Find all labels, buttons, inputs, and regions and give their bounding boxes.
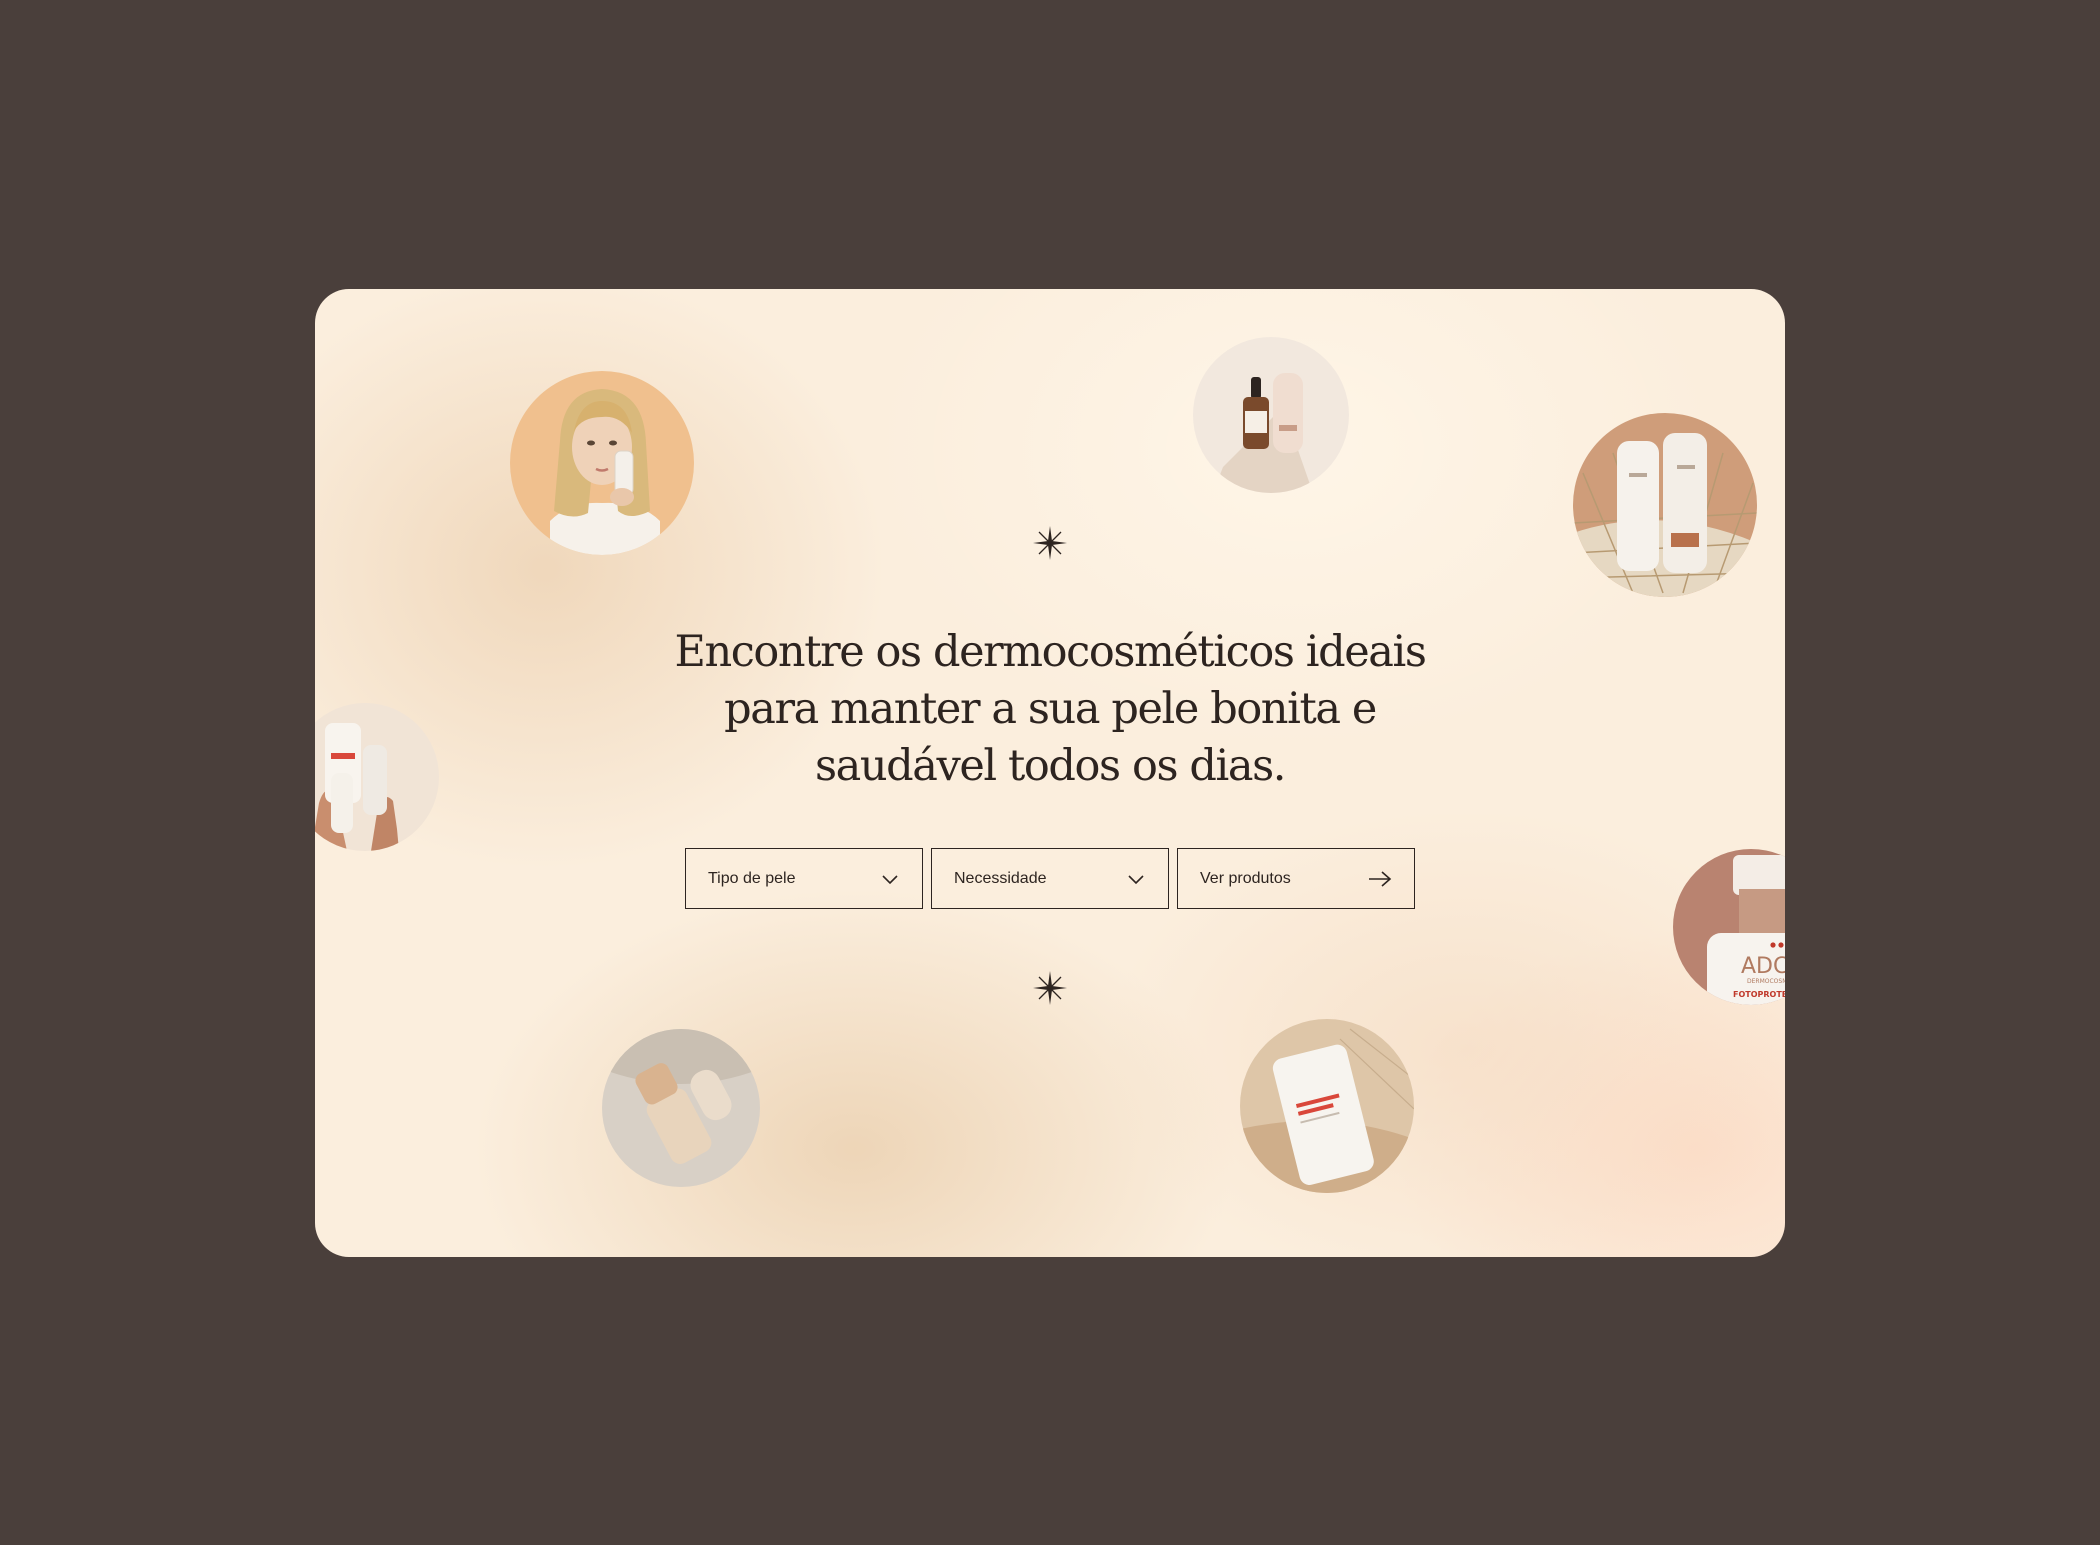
- hero-card: ADCOS DERMOCOSMÉTICOS FOTOPROTEÇÃO: [315, 289, 1785, 1257]
- foundation-stick-photo: [602, 1029, 760, 1187]
- chevron-down-icon: [880, 869, 900, 889]
- sparkle-star-icon: [1032, 525, 1068, 561]
- view-products-label: Ver produtos: [1200, 869, 1291, 887]
- product-sunscreen-label: FOTOPROTEÇÃO: [1733, 989, 1785, 999]
- view-products-button[interactable]: Ver produtos: [1177, 848, 1415, 909]
- product-subline-label: DERMOCOSMÉTICOS: [1747, 977, 1785, 985]
- chevron-down-icon: [1126, 869, 1146, 889]
- arrow-right-icon: [1368, 869, 1392, 889]
- skin-type-select[interactable]: Tipo de pele: [685, 848, 923, 909]
- sparkle-star-icon: [1032, 970, 1068, 1006]
- hands-products-photo: [315, 703, 439, 851]
- serum-bottle-photo: [1193, 337, 1349, 493]
- product-filter-bar: Tipo de pele Necessidade Ver produtos: [685, 848, 1415, 909]
- skin-type-label: Tipo de pele: [708, 869, 796, 887]
- product-brand-label: ADCOS: [1741, 954, 1785, 979]
- sunscreen-bottle-photo: ADCOS DERMOCOSMÉTICOS FOTOPROTEÇÃO: [1673, 849, 1785, 1005]
- bottles-net-bag-photo: [1573, 413, 1757, 597]
- need-label: Necessidade: [954, 869, 1047, 887]
- need-select[interactable]: Necessidade: [931, 848, 1169, 909]
- hero-headline: Encontre os dermocosméticos ideais para …: [674, 627, 1426, 791]
- model-photo: [510, 371, 694, 555]
- lotion-tube-photo: [1240, 1019, 1414, 1193]
